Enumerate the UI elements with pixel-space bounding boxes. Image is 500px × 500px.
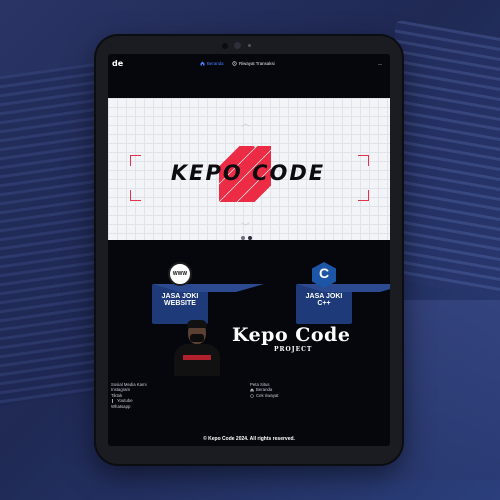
footer-sitemap: Peta Situs Beranda Cek riwayat [250,382,278,398]
footer-link-cek-riwayat[interactable]: Cek riwayat [250,393,278,398]
chevron-up-icon: ︿ [241,118,251,128]
camera-lens [234,42,241,49]
service-title-line2: WEBSITE [164,300,196,307]
service-title-line1: JASA JOKI [161,293,199,300]
home-icon [250,388,254,392]
avatar-shirt-print [183,355,211,360]
history-icon [232,61,237,66]
brand-title: KEPO CODE [170,161,326,185]
avatar-hair [187,320,207,328]
globe-icon: WWW [168,262,192,286]
service-title: JASA JOKI C++ [296,293,352,307]
frame-corner [358,155,369,166]
background-laptop-right [395,19,500,301]
copyright-text: © Kepo Code 2024. All rights reserved. [203,436,295,442]
frame-corner [130,190,141,201]
menu-toggle[interactable] [378,64,382,65]
navbar: de Beranda Riwayat Transaksi [108,54,390,76]
frame-corner [130,155,141,166]
service-card-cpp[interactable]: C JASA JOKI C++ [296,260,390,324]
site-logo[interactable]: de [112,59,123,68]
service-title-line1: JASA JOKI [305,293,343,300]
home-icon [200,61,205,66]
footer: Sosial Media Kami Instagram Tiktok Youtu… [108,376,390,446]
nav-item-label: Riwayat Transaksi [239,61,275,66]
sensor-dot [248,44,251,47]
footer-link-label: Whatsapp [111,403,131,409]
avatar [172,320,222,382]
service-title: JASA JOKI WEBSITE [152,293,208,307]
footer-link-whatsapp[interactable]: Whatsapp [111,404,147,409]
carousel-indicators [241,236,252,240]
service-title-line2: C++ [317,300,331,307]
frame-corner [358,190,369,201]
service-card-website[interactable]: WWW JASA JOKI WEBSITE [152,260,264,324]
promo-title: Kepo Code [232,324,351,346]
chevron-down-icon: ﹀ [241,222,251,232]
tablet-screen: de Beranda Riwayat Transaksi ︿ ﹀ KEPO CO… [108,54,390,446]
footer-social: Sosial Media Kami Instagram Tiktok Youtu… [111,382,147,409]
promo-subtitle: PROJECT [274,346,313,353]
avatar-mask [190,334,204,342]
nav-item-beranda[interactable]: Beranda [200,61,224,66]
background-laptop-left [0,60,110,410]
nav-item-label: Beranda [207,61,224,66]
history-icon [250,393,254,398]
camera-dot [222,43,228,49]
globe-icon-text: WWW [172,271,188,277]
hero-banner: ︿ ﹀ KEPO CODE [108,98,390,240]
footer-link-label: Cek riwayat [256,392,279,398]
carousel-dot[interactable] [241,236,245,240]
tablet-frame: de Beranda Riwayat Transaksi ︿ ﹀ KEPO CO… [96,36,402,464]
nav-item-riwayat-transaksi[interactable]: Riwayat Transaksi [232,61,275,66]
carousel-dot-active[interactable] [248,236,252,240]
youtube-icon [112,398,113,403]
cpp-icon-letter: C [318,265,330,281]
